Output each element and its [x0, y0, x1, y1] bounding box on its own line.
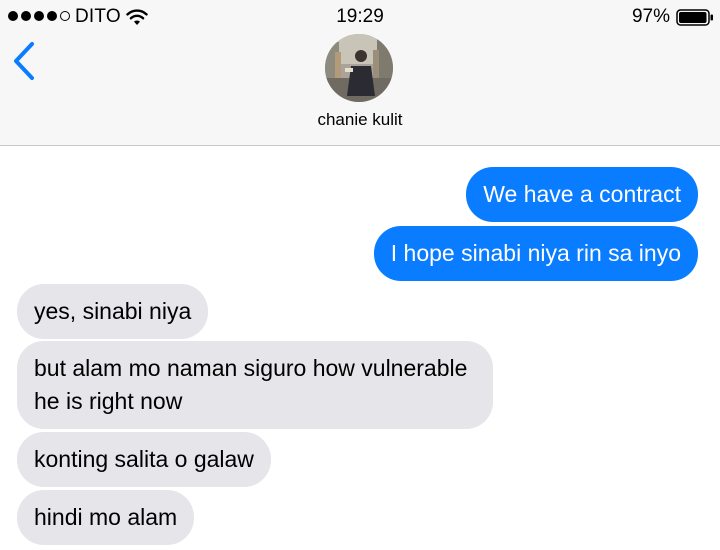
- message-bubble-received[interactable]: but alam mo naman siguro how vulnerable …: [17, 341, 493, 429]
- avatar-photo: [325, 34, 393, 102]
- battery-percent: 97%: [631, 6, 670, 27]
- chevron-left-icon[interactable]: [10, 40, 40, 82]
- avatar[interactable]: [325, 34, 393, 102]
- battery-icon: [676, 9, 713, 26]
- contact-name[interactable]: chanie kulit: [0, 110, 720, 130]
- status-time: 19:29: [336, 6, 384, 27]
- message-bubble-received[interactable]: konting salita o galaw: [17, 432, 271, 487]
- message-bubble-received[interactable]: hindi mo alam: [17, 490, 195, 545]
- message-bubble-sent[interactable]: We have a contract: [466, 167, 698, 222]
- message-bubble-sent[interactable]: I hope sinabi niya rin sa inyo: [373, 226, 698, 281]
- message-bubble-received[interactable]: yes, sinabi niya: [17, 284, 209, 339]
